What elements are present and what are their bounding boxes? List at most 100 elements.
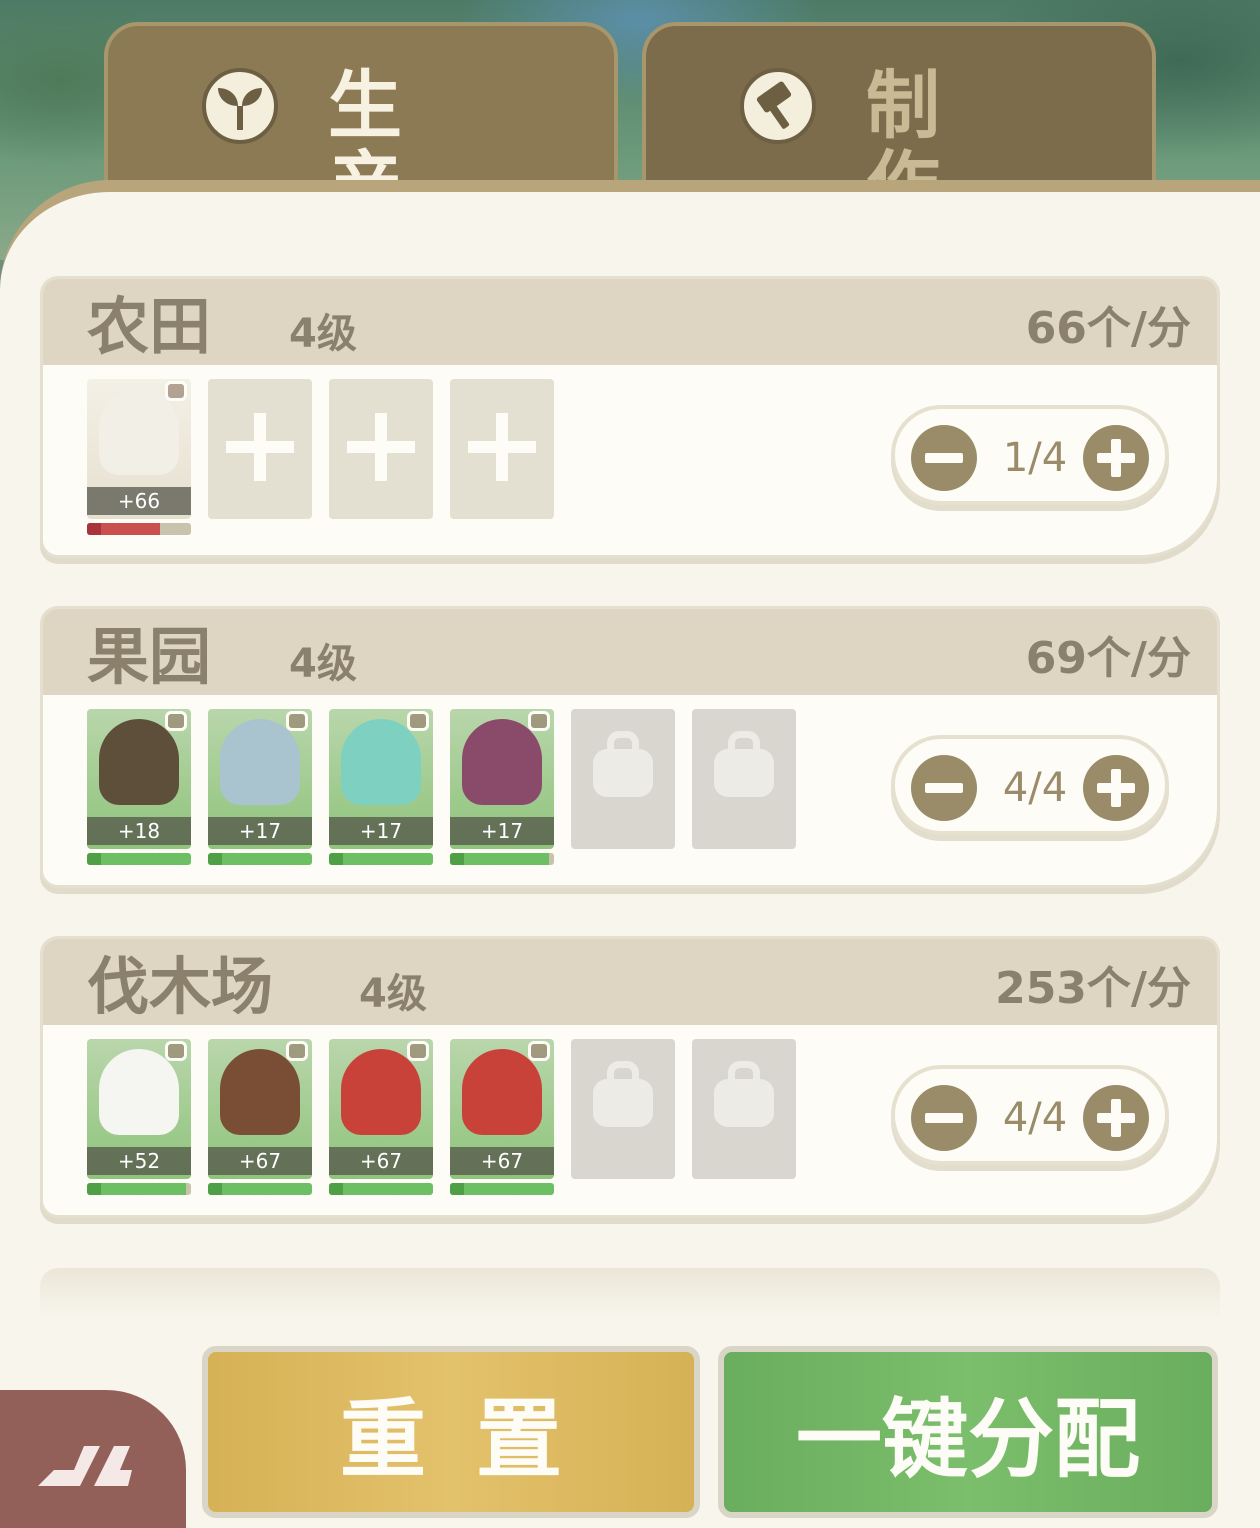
- energy-bar: [208, 1183, 312, 1195]
- locked-slot: [692, 1039, 796, 1179]
- station-rate: 66个/分: [1025, 303, 1191, 354]
- station-card: 农田 4级 66个/分 +66个/min 1/4: [40, 276, 1220, 558]
- pet-portrait: [462, 1049, 542, 1135]
- worker-slot[interactable]: +17个/min: [450, 709, 554, 871]
- bar-fill: [450, 853, 549, 865]
- lock-icon[interactable]: [528, 711, 550, 731]
- worker-slot[interactable]: +67个/min: [329, 1039, 433, 1201]
- reset-button-label: 重置: [340, 1390, 612, 1490]
- hammer-icon: [740, 68, 816, 144]
- bar-fill: [208, 1183, 312, 1195]
- lock-icon[interactable]: [407, 1041, 429, 1061]
- padlock-icon: [593, 731, 653, 797]
- worker-rate: +17个/min: [450, 817, 554, 871]
- worker-slot[interactable]: +66个/min: [87, 379, 191, 541]
- worker-count-stepper: 4/4: [891, 1065, 1169, 1165]
- worker-count-stepper: 4/4: [891, 735, 1169, 835]
- arrow-icon: [38, 1446, 132, 1486]
- energy-bar: [87, 1183, 191, 1195]
- add-worker-slot[interactable]: [450, 379, 554, 519]
- lock-icon[interactable]: [528, 1041, 550, 1061]
- add-worker-slot[interactable]: [208, 379, 312, 519]
- plus-circle-icon[interactable]: [1083, 1085, 1149, 1151]
- padlock-icon: [714, 1061, 774, 1127]
- plus-circle-icon[interactable]: [1083, 425, 1149, 491]
- tab-production[interactable]: 生 产: [104, 22, 618, 226]
- bar-fill: [329, 853, 433, 865]
- station-card: 伐木场 4级 253个/分 +52个/min +67个/min +67个/min +67个/…: [40, 936, 1220, 1218]
- sprout-icon: [202, 68, 278, 144]
- next-station-fade: [40, 1268, 1220, 1318]
- pet-portrait: [99, 719, 179, 805]
- add-worker-slot[interactable]: [329, 379, 433, 519]
- lock-icon[interactable]: [407, 711, 429, 731]
- energy-bar: [208, 853, 312, 865]
- hourglass-icon: [87, 523, 101, 535]
- pet-portrait: [462, 719, 542, 805]
- plus-icon: [347, 413, 415, 481]
- lightning-icon: [208, 853, 222, 865]
- lightning-icon: [450, 853, 464, 865]
- station-rate: 69个/分: [1025, 633, 1191, 684]
- worker-count: 4/4: [1002, 1095, 1068, 1141]
- worker-rate: +67个/min: [450, 1147, 554, 1201]
- lightning-icon: [208, 1183, 222, 1195]
- lightning-icon: [450, 1183, 464, 1195]
- energy-bar: [450, 1183, 554, 1195]
- pet-portrait: [99, 389, 179, 475]
- bar-fill: [87, 1183, 186, 1195]
- lock-icon[interactable]: [165, 711, 187, 731]
- station-level: 4级: [289, 311, 357, 357]
- worker-slot[interactable]: +52个/min: [87, 1039, 191, 1201]
- minus-icon[interactable]: [911, 1085, 977, 1151]
- bar-fill: [208, 853, 312, 865]
- pet-portrait: [220, 1049, 300, 1135]
- plus-icon: [468, 413, 536, 481]
- lock-icon[interactable]: [286, 711, 308, 731]
- bar-fill: [329, 1183, 433, 1195]
- padlock-icon: [714, 731, 774, 797]
- tab-crafting[interactable]: 制 作: [642, 22, 1156, 226]
- worker-slot[interactable]: +17个/min: [208, 709, 312, 871]
- auto-assign-button-label: 一键分配: [796, 1390, 1140, 1490]
- lock-icon[interactable]: [165, 1041, 187, 1061]
- station-card: 果园 4级 69个/分 +18个/min +17个/min +17个/min +17个/mi…: [40, 606, 1220, 888]
- bar-fill: [450, 1183, 554, 1195]
- worker-count: 4/4: [1002, 765, 1068, 811]
- worker-count-stepper: 1/4: [891, 405, 1169, 505]
- locked-slot: [692, 709, 796, 849]
- lock-icon[interactable]: [165, 381, 187, 401]
- worker-rate: +17个/min: [329, 817, 433, 871]
- pet-portrait: [341, 719, 421, 805]
- worker-rate: +67个/min: [208, 1147, 312, 1201]
- worker-count: 1/4: [1002, 435, 1068, 481]
- lightning-icon: [87, 853, 101, 865]
- pet-portrait: [220, 719, 300, 805]
- locked-slot: [571, 1039, 675, 1179]
- minus-icon[interactable]: [911, 755, 977, 821]
- worker-rate: +18个/min: [87, 817, 191, 871]
- worker-slot[interactable]: +67个/min: [208, 1039, 312, 1201]
- worker-rate: +17个/min: [208, 817, 312, 871]
- energy-bar: [87, 853, 191, 865]
- station-rate: 253个/分: [995, 963, 1191, 1014]
- worker-rate: +52个/min: [87, 1147, 191, 1201]
- plus-icon: [226, 413, 294, 481]
- lock-icon[interactable]: [286, 1041, 308, 1061]
- bar-fill: [87, 853, 191, 865]
- station-name: 伐木场: [87, 950, 274, 1023]
- worker-rate: +67个/min: [329, 1147, 433, 1201]
- locked-slot: [571, 709, 675, 849]
- worker-slot[interactable]: +67个/min: [450, 1039, 554, 1201]
- lightning-icon: [329, 1183, 343, 1195]
- lightning-icon: [87, 1183, 101, 1195]
- worker-rate: +66个/min: [87, 487, 191, 541]
- pet-portrait: [99, 1049, 179, 1135]
- collapse-button[interactable]: [0, 1390, 186, 1528]
- plus-circle-icon[interactable]: [1083, 755, 1149, 821]
- reset-button[interactable]: 重置: [202, 1346, 700, 1518]
- auto-assign-button[interactable]: 一键分配: [718, 1346, 1218, 1518]
- worker-slot[interactable]: +18个/min: [87, 709, 191, 871]
- minus-icon[interactable]: [911, 425, 977, 491]
- worker-slot[interactable]: +17个/min: [329, 709, 433, 871]
